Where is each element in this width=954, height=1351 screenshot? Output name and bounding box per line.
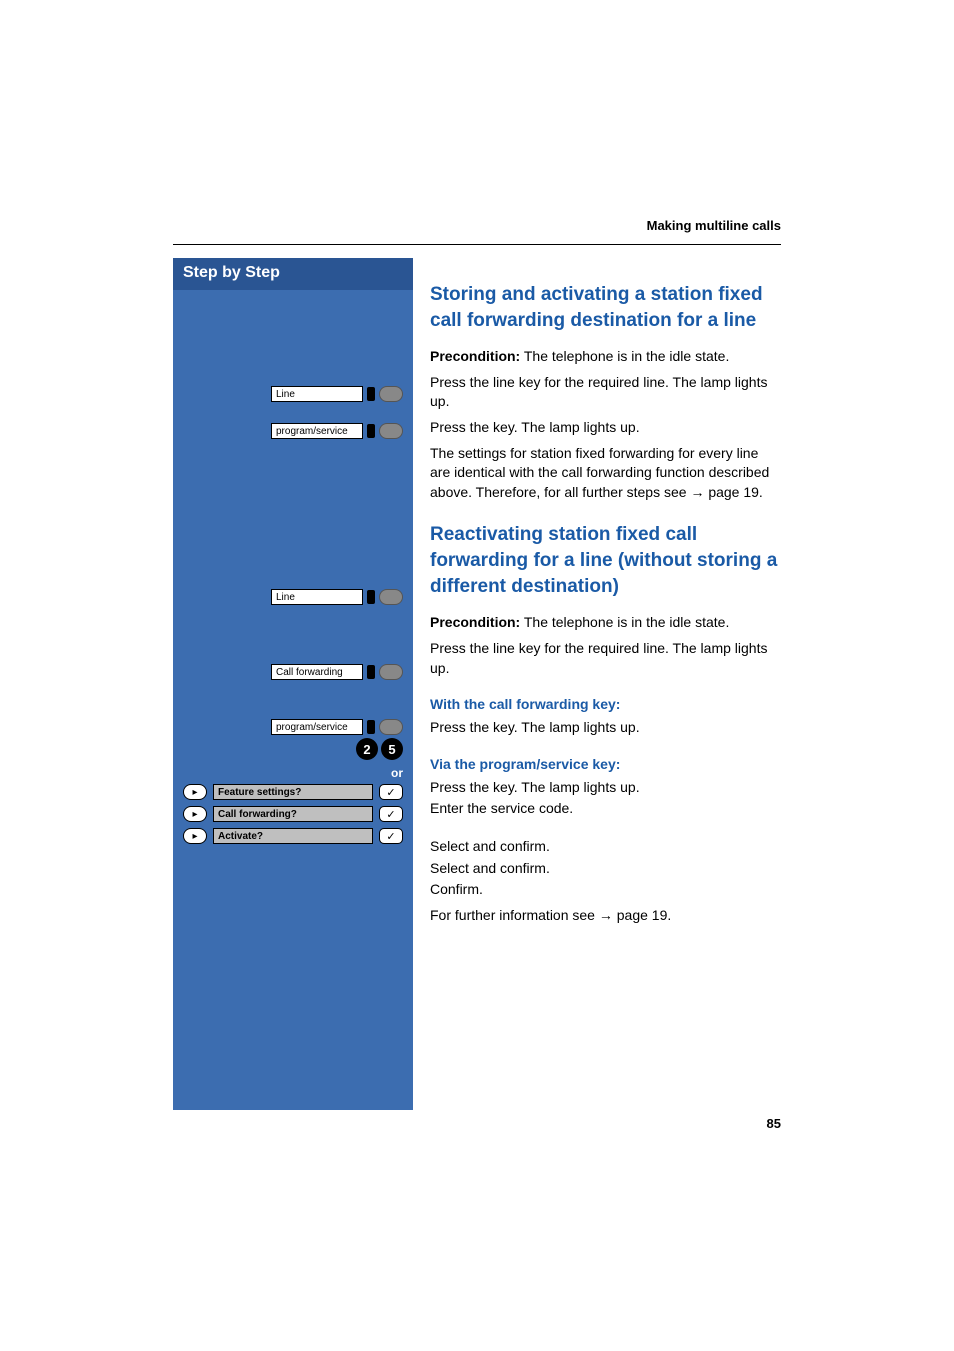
text-part: For further information see bbox=[430, 907, 599, 923]
nav-right-icon: ▸ bbox=[183, 828, 207, 844]
line-key-label: Line bbox=[271, 589, 363, 605]
header-rule bbox=[173, 244, 781, 245]
running-head: Making multiline calls bbox=[647, 218, 781, 233]
main-content: Storing and activating a station fixed c… bbox=[430, 258, 781, 931]
or-label: or bbox=[391, 766, 403, 780]
page-ref: page 19. bbox=[704, 484, 762, 500]
digit-5-icon: 5 bbox=[381, 738, 403, 760]
precondition-label: Precondition: bbox=[430, 614, 520, 630]
oval-key-icon bbox=[379, 664, 403, 680]
section1-press-line: Press the line key for the required line… bbox=[430, 373, 781, 412]
arrow-right-icon: → bbox=[599, 907, 613, 923]
section2-menu-p2: Select and confirm. bbox=[430, 859, 781, 879]
section2-further-info: For further information see → page 19. bbox=[430, 906, 781, 926]
nav-right-icon: ▸ bbox=[183, 784, 207, 800]
section2-press-line: Press the line key for the required line… bbox=[430, 639, 781, 678]
led-icon bbox=[367, 720, 375, 734]
line-key-label: Line bbox=[271, 386, 363, 402]
section2-menu-p1: Select and confirm. bbox=[430, 837, 781, 857]
checkmark-icon: ✓ bbox=[379, 828, 403, 844]
digit-2-icon: 2 bbox=[356, 738, 378, 760]
section1-precondition: Precondition: The telephone is in the id… bbox=[430, 347, 781, 367]
section2-menu-p3: Confirm. bbox=[430, 880, 781, 900]
step-line-key-1: Line bbox=[271, 383, 403, 405]
section1-press-ps: Press the key. The lamp lights up. bbox=[430, 418, 781, 438]
section2-precondition: Precondition: The telephone is in the id… bbox=[430, 613, 781, 633]
program-service-label: program/service bbox=[271, 423, 363, 439]
precondition-text: The telephone is in the idle state. bbox=[520, 614, 729, 630]
menu-call-forwarding: ▸ Call forwarding? ✓ bbox=[183, 806, 403, 822]
service-code-digits: 2 5 bbox=[356, 738, 403, 760]
oval-key-icon bbox=[379, 589, 403, 605]
step-call-forwarding-key: Call forwarding bbox=[271, 661, 403, 683]
menu-activate: ▸ Activate? ✓ bbox=[183, 828, 403, 844]
section2-sub2-p1: Press the key. The lamp lights up. bbox=[430, 778, 781, 798]
menu-feature-settings: ▸ Feature settings? ✓ bbox=[183, 784, 403, 800]
precondition-label: Precondition: bbox=[430, 348, 520, 364]
call-forwarding-label: Call forwarding bbox=[271, 664, 363, 680]
section1-heading: Storing and activating a station fixed c… bbox=[430, 282, 781, 333]
menu-label: Activate? bbox=[213, 828, 373, 844]
page-number: 85 bbox=[767, 1116, 781, 1131]
section2-sub1-heading: With the call forwarding key: bbox=[430, 696, 781, 712]
precondition-text: The telephone is in the idle state. bbox=[520, 348, 729, 364]
step-program-service-1: program/service bbox=[271, 420, 403, 442]
arrow-right-icon: → bbox=[690, 484, 704, 500]
led-icon bbox=[367, 590, 375, 604]
section1-see-page: The settings for station fixed forwardin… bbox=[430, 444, 781, 503]
section2-heading: Reactivating station fixed call forwardi… bbox=[430, 522, 781, 599]
checkmark-icon: ✓ bbox=[379, 784, 403, 800]
checkmark-icon: ✓ bbox=[379, 806, 403, 822]
led-icon bbox=[367, 387, 375, 401]
led-icon bbox=[367, 665, 375, 679]
section2-sub1-p: Press the key. The lamp lights up. bbox=[430, 718, 781, 738]
nav-right-icon: ▸ bbox=[183, 806, 207, 822]
section2-sub2-heading: Via the program/service key: bbox=[430, 756, 781, 772]
led-icon bbox=[367, 424, 375, 438]
menu-label: Feature settings? bbox=[213, 784, 373, 800]
page-ref: page 19. bbox=[613, 907, 671, 923]
oval-key-icon bbox=[379, 386, 403, 402]
sidebar-title: Step by Step bbox=[183, 264, 280, 281]
oval-key-icon bbox=[379, 423, 403, 439]
step-program-service-2: program/service bbox=[271, 716, 403, 738]
sidebar-title-wrap: Step by Step bbox=[173, 258, 413, 290]
menu-label: Call forwarding? bbox=[213, 806, 373, 822]
step-line-key-2: Line bbox=[271, 586, 403, 608]
program-service-label: program/service bbox=[271, 719, 363, 735]
section2-sub2-p2: Enter the service code. bbox=[430, 799, 781, 819]
oval-key-icon bbox=[379, 719, 403, 735]
sidebar-body: Line program/service Line Call forwardin… bbox=[173, 290, 413, 1105]
step-by-step-sidebar: Step by Step Line program/service Line bbox=[173, 258, 413, 1110]
